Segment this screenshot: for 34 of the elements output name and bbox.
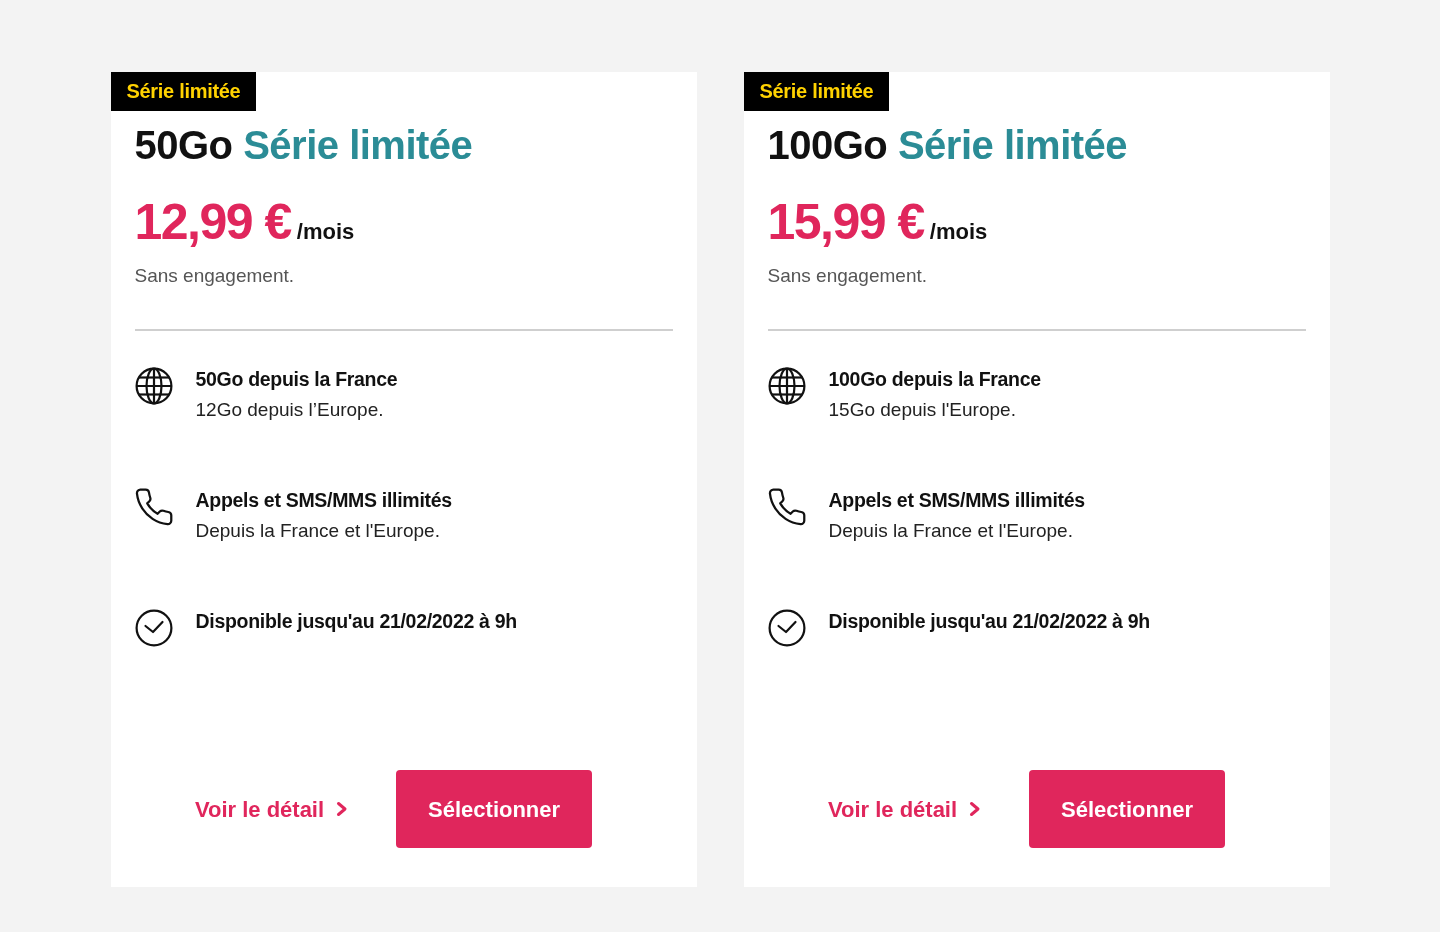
detail-link[interactable]: Voir le détail: [827, 792, 982, 826]
phone-icon: [767, 487, 806, 526]
globe-icon: [767, 366, 806, 405]
price-period: /mois: [296, 218, 355, 246]
feature-detail: 12Go depuis l’Europe.: [195, 397, 385, 422]
price-amount: 12,99 €: [134, 197, 291, 247]
feature-title: 50Go depuis la France: [195, 366, 398, 392]
feature-title: 100Go depuis la France: [828, 366, 1041, 392]
limited-badge: Série limitée: [743, 72, 890, 111]
select-button[interactable]: Sélectionner: [396, 770, 593, 848]
feature-title: Appels et SMS/MMS illimités: [828, 487, 1085, 513]
plan-data-title: 50Go: [134, 123, 233, 167]
plan-data-title: 100Go: [767, 123, 888, 167]
price-period: /mois: [929, 218, 988, 246]
feature-title: Disponible jusqu'au 21/02/2022 à 9h: [195, 608, 517, 634]
clock-icon: [134, 608, 173, 647]
feature-title: Appels et SMS/MMS illimités: [195, 487, 452, 513]
commitment-text: Sans engagement.: [767, 264, 928, 288]
phone-icon: [134, 487, 173, 526]
commitment-text: Sans engagement.: [134, 264, 295, 288]
feature-detail: Depuis la France et l'Europe.: [828, 518, 1074, 543]
plan-series-title: Série limitée: [243, 123, 473, 167]
feature-title: Disponible jusqu'au 21/02/2022 à 9h: [828, 608, 1150, 634]
chevron-icon: [336, 801, 349, 817]
clock-icon: [767, 608, 806, 647]
plan-series-title: Série limitée: [897, 123, 1128, 167]
chevron-icon: [969, 801, 982, 817]
feature-detail: Depuis la France et l'Europe.: [195, 518, 441, 543]
globe-icon: [134, 366, 173, 405]
price-amount: 15,99 €: [767, 197, 924, 247]
select-button[interactable]: Sélectionner: [1029, 770, 1226, 848]
limited-badge: Série limitée: [110, 72, 257, 111]
detail-link[interactable]: Voir le détail: [194, 792, 349, 826]
feature-detail: 15Go depuis l'Europe.: [828, 397, 1017, 422]
